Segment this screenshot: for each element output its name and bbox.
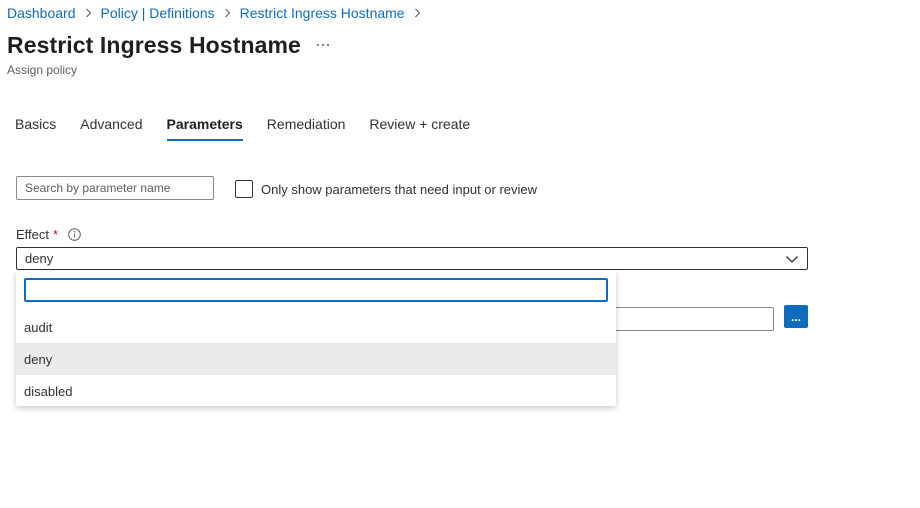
page-subtitle: Assign policy	[7, 63, 78, 77]
parameter-search-input[interactable]	[16, 176, 214, 200]
info-icon[interactable]	[68, 228, 81, 241]
tab-review-create[interactable]: Review + create	[369, 116, 470, 140]
dropdown-filter-input[interactable]	[24, 278, 608, 302]
effect-dropdown[interactable]: deny	[16, 247, 808, 270]
required-indicator: *	[53, 227, 59, 242]
chevron-right-icon	[85, 8, 92, 18]
effect-field-label: Effect *	[16, 227, 81, 242]
more-options-button[interactable]	[313, 36, 333, 54]
breadcrumb-policy-definitions[interactable]: Policy | Definitions	[101, 5, 215, 21]
page-title: Restrict Ingress Hostname	[7, 32, 301, 58]
breadcrumb: Dashboard Policy | Definitions Restrict …	[7, 4, 430, 22]
effect-dropdown-menu: audit deny disabled	[16, 271, 616, 406]
option-deny[interactable]: deny	[16, 343, 616, 375]
option-disabled[interactable]: disabled	[16, 375, 616, 407]
tab-remediation[interactable]: Remediation	[267, 116, 346, 140]
only-show-needs-input-checkbox[interactable]	[235, 180, 253, 198]
ellipsis-icon	[317, 44, 329, 46]
tab-advanced[interactable]: Advanced	[80, 116, 142, 140]
breadcrumb-dashboard[interactable]: Dashboard	[7, 5, 76, 21]
tab-bar: Basics Advanced Parameters Remediation R…	[15, 116, 494, 141]
option-audit[interactable]: audit	[16, 311, 616, 343]
partially-hidden-input[interactable]	[604, 307, 774, 331]
effect-selected-value: deny	[25, 251, 54, 266]
tab-parameters[interactable]: Parameters	[166, 116, 244, 141]
chevron-down-icon	[785, 252, 799, 266]
chevron-right-icon	[414, 8, 421, 18]
only-show-needs-input-label: Only show parameters that need input or …	[261, 182, 538, 197]
effect-label-text: Effect	[16, 227, 50, 242]
tab-basics[interactable]: Basics	[15, 116, 56, 140]
breadcrumb-restrict-ingress-hostname[interactable]: Restrict Ingress Hostname	[240, 5, 405, 21]
browse-button[interactable]: ...	[784, 305, 808, 328]
chevron-right-icon	[224, 8, 231, 18]
